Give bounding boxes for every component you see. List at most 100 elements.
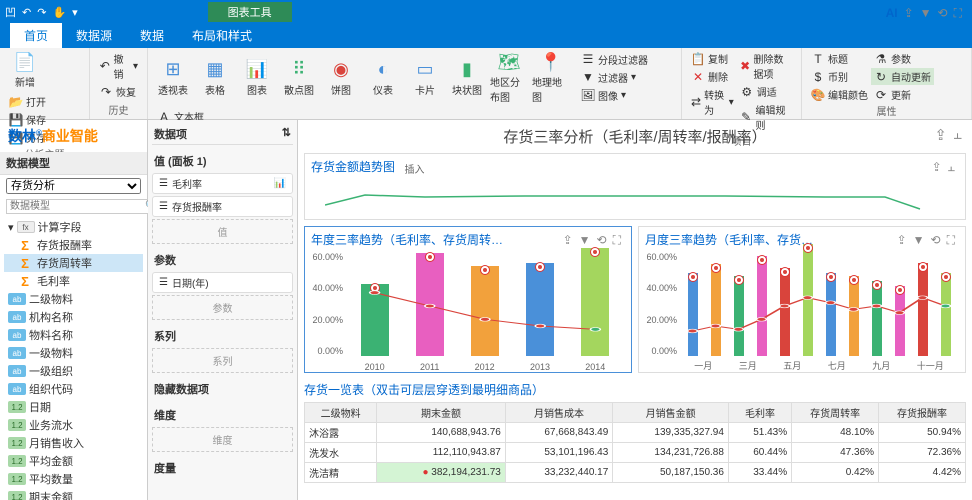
adjust-button[interactable]: ⚙调适: [737, 83, 795, 100]
tree-item[interactable]: 1.2期末金额: [4, 488, 143, 500]
filter-icon[interactable]: ▼: [579, 233, 591, 248]
tree-item[interactable]: 1.2日期: [4, 398, 143, 416]
tab-data[interactable]: 数据: [126, 23, 178, 48]
tree-item[interactable]: ab物料名称: [4, 326, 143, 344]
image-button[interactable]: 🖼图像▾: [578, 87, 651, 104]
max-icon[interactable]: ⛶: [947, 233, 955, 248]
param-pill[interactable]: ☰日期(年): [152, 272, 293, 293]
editcolor-button[interactable]: 🎨编辑颜色: [808, 86, 871, 103]
redo-icon[interactable]: ↷: [37, 6, 46, 19]
tree-item[interactable]: 1.2平均金额: [4, 452, 143, 470]
field-tree[interactable]: ▾fx计算字段Σ存货报酬率Σ存货周转率Σ毛利率ab二级物料ab机构名称ab物料名…: [0, 216, 147, 500]
filter-icon[interactable]: ⫠: [953, 126, 962, 144]
deldata-button[interactable]: ✖删除数据项: [737, 50, 795, 82]
value-pill[interactable]: ☰毛利率📊: [152, 173, 293, 194]
tree-item[interactable]: ab二级物料: [4, 290, 143, 308]
sort-icon[interactable]: ⇅: [282, 126, 291, 142]
scatter-button[interactable]: ⠿散点图: [280, 58, 318, 97]
tree-item[interactable]: ab一级物料: [4, 344, 143, 362]
search-input[interactable]: [6, 199, 159, 214]
qat-dropdown-icon[interactable]: ▾: [72, 6, 78, 19]
filter-button[interactable]: ▼过滤器▾: [578, 69, 651, 86]
values-head: 值 (面板 1): [152, 151, 293, 171]
open-icon: 📂: [9, 95, 23, 109]
tree-item[interactable]: Σ存货报酬率: [4, 236, 143, 254]
param-dropzone[interactable]: 参数: [152, 295, 293, 320]
chart-button[interactable]: 📊图表: [238, 58, 276, 97]
tab-layout[interactable]: 布局和样式: [178, 23, 266, 48]
title-button[interactable]: T标题: [808, 50, 871, 67]
pivot-button[interactable]: ⊞透视表: [154, 58, 192, 97]
dim-dropzone[interactable]: 维度: [152, 427, 293, 452]
export-icon[interactable]: ⇪: [934, 126, 947, 144]
filter-icon[interactable]: ⫠: [948, 160, 955, 175]
update-icon: ⟳: [874, 88, 888, 102]
model-select[interactable]: 存货分析: [6, 178, 141, 194]
series-dropzone[interactable]: 系列: [152, 348, 293, 373]
mapdist-button[interactable]: 🗺地区分布图: [490, 50, 528, 104]
yearly-chart[interactable]: 年度三率趋势（毛利率、存货周转… ⇪▼⟲⛶ 60.00%40.00%20.00%…: [304, 226, 632, 373]
value-pill[interactable]: ☰存货报酬率: [152, 196, 293, 217]
tree-item[interactable]: Σ毛利率: [4, 272, 143, 290]
open-button[interactable]: 📂打开: [6, 93, 49, 110]
param-button[interactable]: ⚗参数: [871, 50, 934, 67]
block-icon: ▮: [455, 58, 479, 82]
params-head: 参数: [152, 250, 293, 270]
trend-chart[interactable]: 存货金额趋势图 ⇪⫠: [304, 153, 966, 220]
export-icon[interactable]: ⇪: [897, 233, 907, 248]
card-button[interactable]: ▭卡片: [406, 58, 444, 97]
tree-item[interactable]: ab组织代码: [4, 380, 143, 398]
monthly-chart[interactable]: 月度三率趋势（毛利率、存货… ⇪▼⟲⛶ 60.00%40.00%20.00%0.…: [638, 226, 966, 373]
pin-icon: 📍: [539, 50, 563, 74]
export-icon[interactable]: ⇪: [563, 233, 573, 248]
refresh-icon: ↻: [874, 70, 888, 84]
tree-item[interactable]: Σ存货周转率: [4, 254, 143, 272]
block-button[interactable]: ▮块状图: [448, 58, 486, 97]
redo-button[interactable]: ↷恢复: [96, 83, 141, 100]
param-icon: ⚗: [874, 52, 888, 66]
convert-button[interactable]: ⇄转换为▾: [688, 86, 737, 118]
hidden-head: 隐藏数据项: [152, 379, 293, 399]
touch-icon[interactable]: ✋: [52, 6, 66, 19]
table-button[interactable]: ▦表格: [196, 58, 234, 97]
new-button[interactable]: 📄新增: [6, 50, 44, 89]
tree-item[interactable]: 1.2业务流水: [4, 416, 143, 434]
autoupdate-button[interactable]: ↻自动更新: [871, 68, 934, 85]
filter-icon[interactable]: ▼: [913, 233, 925, 248]
geomap-button[interactable]: 📍地理地图: [532, 50, 570, 104]
max-icon[interactable]: ⛶: [613, 233, 621, 248]
value-dropzone[interactable]: 值: [152, 219, 293, 244]
export-icon[interactable]: ⇪: [932, 160, 942, 175]
inventory-table[interactable]: 二级物料期末金额月销售成本月销售金额毛利率存货周转率存货报酬率沐浴露140,68…: [304, 402, 966, 483]
tree-item[interactable]: ab一级组织: [4, 362, 143, 380]
bars-icon: 📊: [274, 178, 286, 189]
image-icon: 🖼: [581, 88, 595, 102]
ribbon: 📄新增 📂打开 💾保存 💾另存 分析主题 ↶撤销▾ ↷恢复 历史 ⊞透视表 ▦表…: [0, 48, 972, 120]
save-icon[interactable]: 凹: [5, 4, 16, 20]
delete-button[interactable]: ✕删除: [688, 68, 737, 85]
update-button[interactable]: ⟳更新: [871, 86, 934, 103]
tab-home[interactable]: 首页: [10, 23, 62, 48]
currency-icon: $: [811, 70, 825, 84]
group-label: 属性: [808, 103, 965, 118]
copy-button[interactable]: 📋复制: [688, 50, 737, 67]
currency-button[interactable]: $币别: [808, 68, 871, 85]
scatter-icon: ⠿: [287, 58, 311, 82]
undo-icon: ↶: [99, 59, 111, 73]
segfilter-button[interactable]: ☰分段过滤器: [578, 51, 651, 68]
undo-button[interactable]: ↶撤销▾: [96, 50, 141, 82]
undo-icon[interactable]: ↶: [22, 6, 31, 19]
gauge-button[interactable]: ◐仪表: [364, 58, 402, 97]
tab-datasource[interactable]: 数据源: [62, 23, 126, 48]
reset-icon[interactable]: ⟲: [597, 233, 607, 248]
tree-item[interactable]: ab机构名称: [4, 308, 143, 326]
reset-icon[interactable]: ⟲: [931, 233, 941, 248]
filter-icon: ☰: [581, 52, 595, 66]
tree-item[interactable]: 1.2月销售收入: [4, 434, 143, 452]
tree-item[interactable]: 1.2平均数量: [4, 470, 143, 488]
pie-button[interactable]: ◉饼图: [322, 58, 360, 97]
data-items-panel: 数据项⇅ 值 (面板 1) ☰毛利率📊 ☰存货报酬率 值 参数 ☰日期(年) 参…: [148, 120, 298, 500]
tree-item[interactable]: ▾fx计算字段: [4, 218, 143, 236]
dashboard-content: 存货三率分析（毛利率/周转率/报酬率） ⇪ ⫠ 存货金额趋势图 ⇪⫠ 年度三率: [298, 120, 972, 500]
card-icon: ▭: [413, 58, 437, 82]
